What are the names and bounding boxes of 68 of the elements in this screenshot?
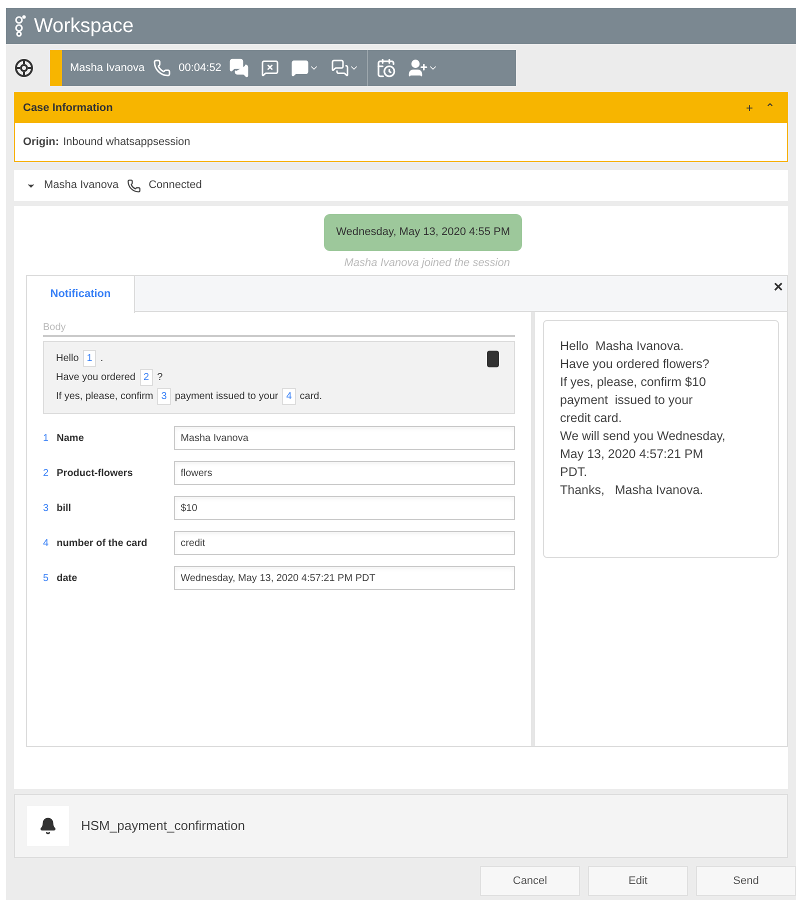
- interaction-bar[interactable]: Masha Ivanova 00:04:52: [50, 50, 516, 86]
- party-status: Connected: [148, 178, 202, 194]
- preview-line: PDT.: [560, 464, 588, 481]
- logo-icon: [14, 15, 26, 37]
- preview-line: credit card.: [560, 410, 623, 427]
- body-label: Body: [43, 320, 515, 337]
- call-timer: 00:04:52: [178, 60, 222, 76]
- template-text: Hello: [56, 352, 79, 366]
- expand-button[interactable]: +: [738, 99, 761, 117]
- action-button[interactable]: Cancel: [480, 866, 580, 896]
- placeholder-chip: 2: [140, 369, 154, 386]
- field-index: 3: [43, 502, 50, 516]
- session-event: Masha Ivanova joined the session: [344, 256, 510, 270]
- template-text: Have you ordered: [56, 371, 136, 385]
- template-text: payment issued to your: [174, 390, 278, 404]
- gear-icon[interactable]: [14, 58, 34, 78]
- field-label: Name: [56, 432, 85, 446]
- phone-icon: [126, 178, 141, 192]
- collapse-button[interactable]: ⌃: [761, 99, 779, 117]
- chat-icon[interactable]: [229, 58, 250, 78]
- template-text: .: [100, 352, 104, 366]
- template-text: card.: [300, 390, 322, 404]
- field-index: 4: [43, 536, 50, 550]
- field-label: date: [56, 572, 78, 586]
- field-label: number of the card: [56, 536, 148, 550]
- preview-line: Hello Masha Ivanova.: [560, 338, 685, 355]
- input-field[interactable]: flowers: [174, 461, 515, 485]
- window-title: Workspace: [34, 14, 134, 39]
- input-field[interactable]: Wednesday, May 13, 2020 4:57:21 PM PDT: [174, 566, 515, 590]
- user-icon[interactable]: [408, 58, 428, 78]
- input-field[interactable]: credit: [174, 531, 515, 555]
- field-index: 2: [43, 466, 50, 480]
- contact-name: Masha Ivanova: [70, 60, 145, 76]
- calendar-icon[interactable]: [376, 58, 396, 78]
- phone-preview-icon[interactable]: [484, 350, 502, 368]
- date-bubble: Wednesday, May 13, 2020 4:55 PM: [324, 214, 522, 250]
- field-index: 1: [43, 432, 50, 446]
- case-title: Case Information: [23, 100, 114, 116]
- preview-line: payment issued to your: [560, 392, 694, 409]
- notification-tab[interactable]: Notification: [27, 276, 135, 313]
- origin-label: Origin:: [23, 134, 60, 150]
- input-field[interactable]: $10: [174, 496, 515, 520]
- action-button[interactable]: Edit: [588, 866, 688, 896]
- input-field[interactable]: Masha Ivanova: [174, 426, 515, 450]
- interaction-tag: [50, 50, 62, 86]
- chat-transfer-icon[interactable]: [291, 59, 310, 77]
- origin-value: Inbound whatsappsession: [63, 134, 190, 150]
- bell-icon: [39, 817, 57, 835]
- chat-end-icon[interactable]: [261, 59, 280, 77]
- field-label: Product-flowers: [56, 466, 134, 480]
- party-name: Masha Ivanova: [44, 178, 119, 194]
- placeholder-chip: 1: [82, 350, 96, 367]
- placeholder-chip: 4: [282, 388, 296, 405]
- preview-line: Thanks, Masha Ivanova.: [560, 482, 704, 499]
- preview-line: If yes, please, confirm $10: [560, 374, 707, 391]
- template-text: If yes, please, confirm: [56, 390, 154, 404]
- template-name: HSM_payment_confirmation: [81, 817, 246, 836]
- close-button[interactable]: ×: [770, 276, 787, 300]
- action-button[interactable]: Send: [696, 866, 796, 896]
- phone-icon: [152, 59, 171, 77]
- chat-conference-icon[interactable]: [331, 59, 350, 77]
- preview-line: We will send you Wednesday,: [560, 428, 726, 445]
- field-label: bill: [56, 502, 72, 516]
- template-text: ?: [157, 371, 163, 385]
- placeholder-chip: 3: [157, 388, 171, 405]
- field-index: 5: [43, 572, 50, 586]
- preview-line: May 13, 2020 4:57:21 PM: [560, 446, 704, 463]
- preview-line: Have you ordered flowers?: [560, 356, 710, 373]
